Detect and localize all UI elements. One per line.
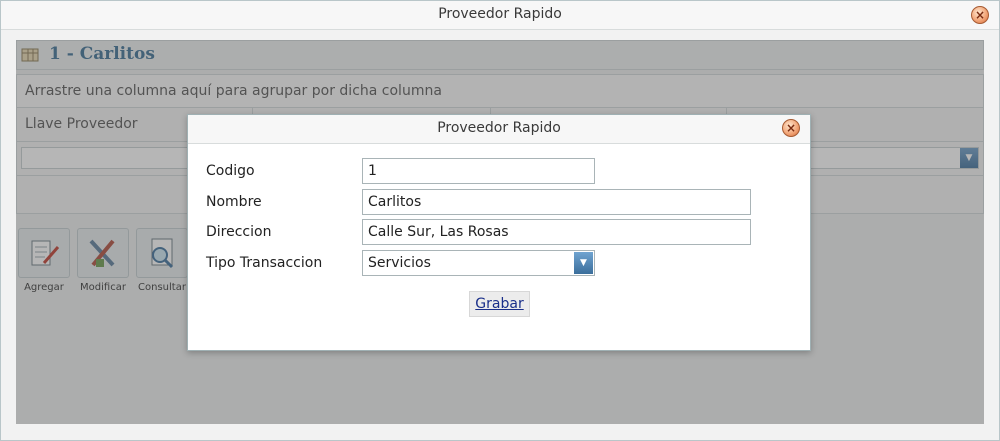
chevron-down-icon[interactable]: ▼ [574,252,593,274]
direccion-input[interactable] [362,219,751,245]
direccion-label: Direccion [206,224,272,240]
tipo-transaccion-value: Servicios [368,255,431,271]
window-titlebar: Proveedor Rapido × [1,1,999,30]
codigo-input[interactable] [362,158,595,184]
grabar-button[interactable]: Grabar [469,291,530,317]
window-title: Proveedor Rapido [438,6,562,22]
codigo-label: Codigo [206,163,255,179]
nombre-input[interactable] [362,189,751,215]
dialog-title: Proveedor Rapido [437,120,561,136]
window-close-icon[interactable]: × [971,6,989,24]
dialog-close-icon[interactable]: × [782,119,800,137]
tipo-transaccion-select[interactable]: Servicios ▼ [362,250,595,276]
dialog-titlebar: Proveedor Rapido × [188,115,810,144]
nombre-label: Nombre [206,194,262,210]
tipo-transaccion-label: Tipo Transaccion [206,255,323,271]
proveedor-rapido-dialog: Proveedor Rapido × Codigo Nombre Direcci… [187,114,811,351]
